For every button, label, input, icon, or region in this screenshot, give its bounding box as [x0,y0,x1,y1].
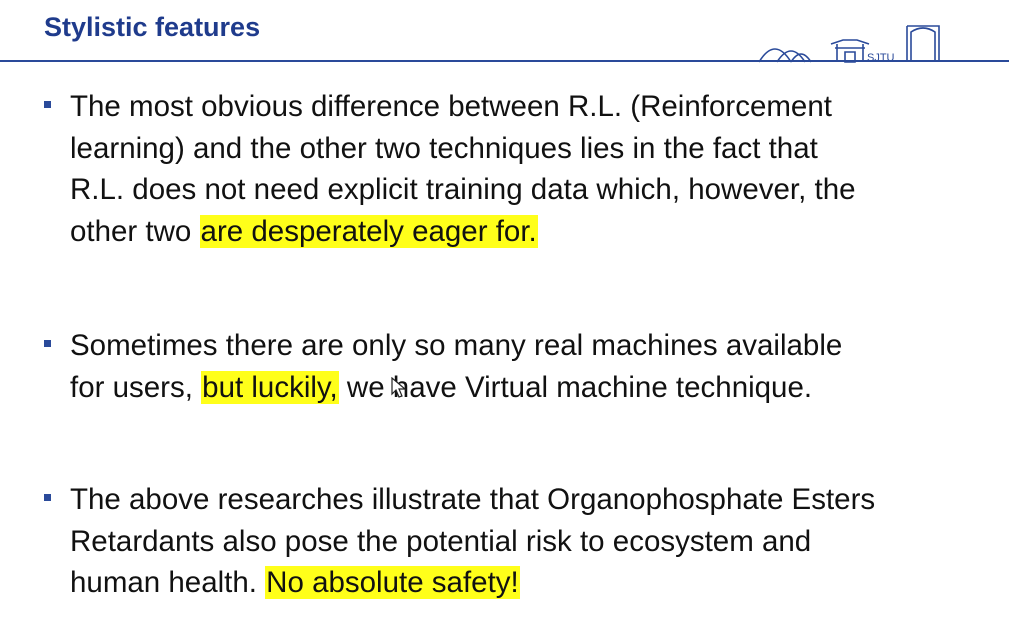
logo-text: SJTU [867,52,895,64]
bullet-2-line-2-pre: for users, [70,370,202,404]
bullet-list: The most obvious difference between R.L.… [44,86,989,604]
highlighted-phrase: No absolute safety! [265,566,520,599]
square-bullet-icon [44,340,51,347]
bullet-item-2: Sometimes there are only so many real ma… [44,325,989,408]
bullet-1-line-2: learning) and the other two techniques l… [70,131,818,165]
bullet-item-1: The most obvious difference between R.L.… [44,86,989,252]
bullet-3-line-3-pre: human health. [70,566,266,599]
bullet-item-3: The above researches illustrate that Org… [44,479,989,604]
slide-title: Stylistic features [44,12,261,42]
mouse-cursor-icon [391,377,407,398]
bullet-2-line-1: Sometimes there are only so many real ma… [70,329,843,362]
bullet-3-line-1: The above researches illustrate that Org… [70,483,876,516]
square-bullet-icon [44,494,51,501]
bullet-1-line-4-text: other two [70,214,200,248]
bullet-3-line-2: Retardants also pose the potential risk … [70,524,812,558]
sjtu-gate-logo-icon: SJTU [758,25,940,64]
bullet-1-line-3: R.L. does not need explicit training dat… [70,173,856,206]
highlighted-phrase: but luckily, [201,370,339,404]
square-bullet-icon [44,101,51,108]
bullet-2-line-2: for users, but luckily, we have Virtual … [70,367,989,409]
bullet-2-line-2-post: we have Virtual machine technique. [338,370,813,404]
slide: Stylistic features SJTU The most obvious… [0,0,1009,617]
bullet-3-line-3: human health. No absolute safety! [70,562,989,604]
bullet-1-line-1: The most obvious difference between R.L.… [70,90,832,123]
highlighted-phrase: are desperately eager for. [199,214,538,248]
bullet-1-line-4: other two are desperately eager for. [70,211,989,253]
